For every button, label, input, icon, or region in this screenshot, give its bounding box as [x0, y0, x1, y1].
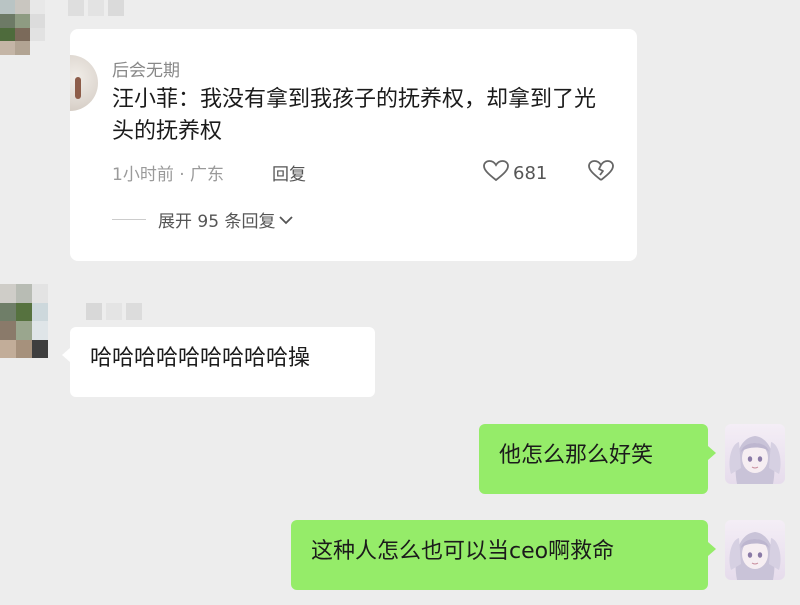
- expand-replies[interactable]: 展开 95 条回复: [112, 207, 294, 232]
- comment-text: 汪小菲：我没有拿到我孩子的抚养权，却拿到了光头的抚养权: [112, 87, 597, 144]
- bubble-tail: [62, 348, 70, 362]
- chevron-down-icon: [279, 210, 294, 230]
- contact-avatar-top[interactable]: [0, 0, 45, 55]
- quoted-comment-card[interactable]: 后会无期 汪小菲：我没有拿到我孩子的抚养权，却拿到了光头的抚养权 1小时前 · …: [70, 29, 637, 261]
- commenter-avatar: [70, 55, 100, 111]
- commenter-username: 后会无期: [112, 61, 180, 81]
- sent-message-bubble[interactable]: 这种人怎么也可以当ceo啊救命: [291, 520, 708, 590]
- reply-button[interactable]: 回复: [272, 160, 306, 185]
- heart-icon: [483, 160, 509, 187]
- contact-avatar[interactable]: [0, 284, 48, 358]
- dislike-button[interactable]: [588, 160, 614, 186]
- divider-line: [112, 219, 146, 220]
- contact-name-blurred-top: [68, 0, 124, 16]
- received-message-bubble[interactable]: 哈哈哈哈哈哈哈哈哈操: [70, 327, 375, 397]
- user-avatar[interactable]: [725, 520, 785, 580]
- expand-replies-label: 展开 95 条回复: [158, 212, 276, 232]
- bubble-tail: [708, 446, 716, 460]
- like-button[interactable]: 681: [483, 160, 547, 187]
- sent-message-bubble[interactable]: 他怎么那么好笑: [479, 424, 708, 494]
- comment-meta: 1小时前 · 广东: [112, 165, 225, 185]
- user-avatar[interactable]: [725, 424, 785, 484]
- like-count: 681: [513, 163, 548, 184]
- broken-heart-icon: [588, 160, 614, 186]
- contact-name-blurred: [86, 303, 142, 320]
- bubble-tail: [708, 542, 716, 556]
